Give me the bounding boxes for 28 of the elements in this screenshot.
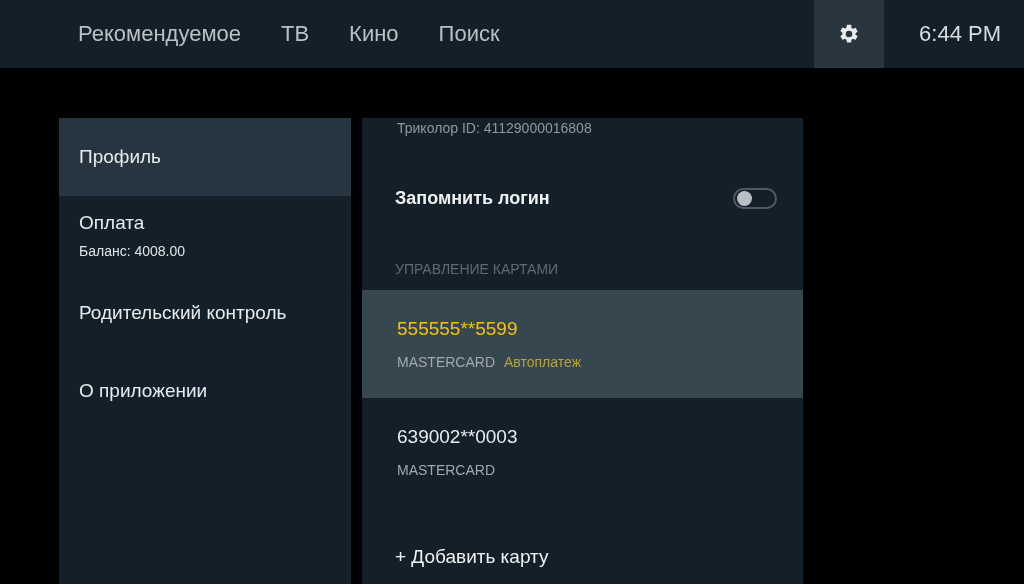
add-card-button[interactable]: + Добавить карту (362, 546, 582, 568)
autopay-label: Автоплатеж (504, 354, 581, 370)
item-label: Оплата (79, 211, 146, 234)
item-label: Родительский контроль (79, 302, 288, 324)
section-heading: УПРАВЛЕНИЕ КАРТАМИ (394, 261, 560, 277)
item-label: О приложении (79, 380, 209, 402)
nav-tab[interactable]: Рекомендуемое (58, 21, 261, 47)
nav-tab[interactable]: Поиск (418, 21, 520, 47)
balance-text: Баланс: 4008.00 (79, 242, 187, 259)
card-type: MASTERCARD (397, 354, 495, 370)
toggle-switch[interactable] (733, 188, 777, 209)
card-item[interactable]: 555555**5599 MASTERCARD Автоплатеж (362, 290, 803, 398)
card-item[interactable]: 639002**0003 MASTERCARD (362, 398, 803, 506)
card-number: 555555**5599 (397, 318, 519, 340)
item-label: Профиль (79, 146, 163, 168)
sidebar-item[interactable]: Родительский контроль (59, 274, 351, 352)
nav-tab[interactable]: ТВ (261, 21, 330, 47)
sidebar-item[interactable]: Оплата Баланс: 4008.00 (59, 196, 351, 274)
sidebar-item[interactable]: Профиль (59, 118, 351, 196)
toggle-label: Запомнить логин (395, 188, 550, 209)
clock-time: 6:44 PM (918, 21, 1002, 47)
card-number: 639002**0003 (397, 426, 519, 448)
nav-tab[interactable]: Кино (329, 21, 419, 47)
settings-icon (838, 23, 861, 45)
id-text: Триколор ID: 41129000016808 (396, 119, 593, 136)
sidebar-item[interactable]: О приложении (59, 352, 351, 430)
settings-button[interactable] (814, 0, 885, 68)
card-type: MASTERCARD (397, 462, 495, 478)
